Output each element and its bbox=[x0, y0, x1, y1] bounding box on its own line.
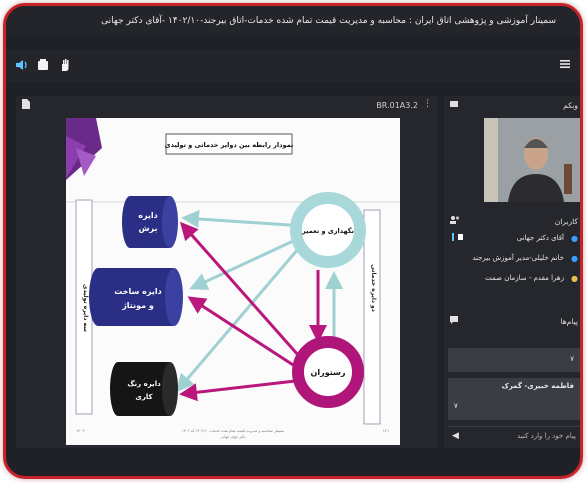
camera-icon[interactable] bbox=[36, 58, 50, 74]
hamburger-menu-icon[interactable] bbox=[558, 58, 572, 72]
slide-page-number: ۱۲۱ bbox=[383, 428, 389, 433]
chat-message: ۷ bbox=[448, 348, 580, 372]
users-icon bbox=[450, 216, 460, 226]
chat-panel: پیام‌ها ۷ فاطمه خبیری- گمرک ۷ پیام خود ر… bbox=[444, 312, 580, 448]
user-row[interactable]: ● آقای دکتر جهانی bbox=[444, 230, 580, 250]
toolbar bbox=[6, 50, 580, 82]
mic-icon bbox=[452, 233, 466, 243]
slide-footer-left: ۱۴۰۲ bbox=[76, 428, 85, 433]
chat-text: ۷ bbox=[454, 402, 458, 410]
svg-text:کاری: کاری bbox=[135, 393, 153, 401]
audio-icon[interactable] bbox=[14, 58, 28, 74]
webcam-video bbox=[484, 118, 580, 202]
svg-text:دایره: دایره bbox=[138, 211, 158, 220]
slide-footer-line1: سمینار محاسبه و مدیریت قیمت تمام شده خدم… bbox=[182, 429, 284, 434]
document-icon bbox=[22, 99, 30, 111]
user-icon: ● bbox=[571, 274, 578, 283]
hand-raise-icon[interactable] bbox=[58, 58, 72, 74]
user-row[interactable]: ● خانم خلیلی-مدیر آموزش بیرجند bbox=[444, 250, 580, 270]
slide-footer-line2: دکتر جهان جهانی bbox=[220, 435, 246, 439]
cylinder-build: دایره ساخت و مونتاژ bbox=[89, 268, 183, 326]
right-vertical-label: دو دایره خدماتی bbox=[370, 264, 377, 312]
restaurant-circle-label: رستوران bbox=[311, 368, 346, 377]
cylinder-paint: دایره رنگ کاری bbox=[110, 362, 178, 416]
user-name: زهرا مقدم - سازمان صمت bbox=[485, 274, 564, 282]
user-name: خانم خلیلی-مدیر آموزش بیرجند bbox=[472, 254, 564, 262]
slide: نمودار رابطه بین دوایر خدماتی و تولیدی س… bbox=[66, 118, 400, 445]
user-name: آقای دکتر جهانی bbox=[516, 234, 564, 242]
chat-input[interactable]: پیام خود را وارد کنید ◀ bbox=[448, 426, 580, 444]
cylinder-cut: دایره برش bbox=[122, 196, 178, 248]
slide-title: نمودار رابطه بین دوایر خدماتی و تولیدی bbox=[165, 141, 294, 149]
svg-text:دایره رنگ: دایره رنگ bbox=[127, 379, 161, 388]
window-title: سمینار آموزشی و پژوهشی اتاق ایران : محاس… bbox=[6, 6, 580, 36]
svg-text:برش: برش bbox=[138, 224, 157, 234]
chat-message: فاطمه خبیری- گمرک ۷ bbox=[448, 378, 580, 420]
send-icon[interactable]: ◀ bbox=[452, 431, 459, 441]
svg-text:دایره ساخت: دایره ساخت bbox=[114, 287, 161, 296]
chat-icon bbox=[450, 316, 458, 326]
svg-text:و مونتاژ: و مونتاژ bbox=[121, 301, 154, 310]
app-window: سمینار آموزشی و پژوهشی اتاق ایران : محاس… bbox=[3, 3, 583, 479]
file-name: BR.01A3.2 bbox=[376, 101, 418, 110]
presentation-pane: BR.01A3.2 ⋮ نمودار رابطه بین دوایر خدمات… bbox=[16, 96, 438, 448]
chat-panel-title: پیام‌ها bbox=[560, 317, 578, 326]
maintenance-circle-label: نگهداری و تعمیر bbox=[301, 227, 354, 235]
chat-sender: فاطمه خبیری- گمرک bbox=[501, 382, 574, 390]
users-panel: کاربران ● آقای دکتر جهانی ● خانم خلیلی-م… bbox=[444, 212, 580, 312]
more-options-icon[interactable]: ⋮ bbox=[423, 99, 432, 109]
user-row[interactable]: ● زهرا مقدم - سازمان صمت bbox=[444, 270, 580, 290]
user-icon: ● bbox=[571, 254, 578, 263]
webcam-panel: وبکم bbox=[444, 96, 580, 216]
users-panel-title: کاربران bbox=[554, 217, 578, 226]
presentation-header: BR.01A3.2 ⋮ bbox=[16, 96, 438, 114]
camera-icon bbox=[450, 100, 458, 110]
webcam-panel-title: وبکم bbox=[563, 101, 578, 110]
user-icon: ● bbox=[571, 234, 578, 243]
decorative-cubes-icon bbox=[66, 118, 102, 180]
left-vertical-label: سه دایره تولیدی bbox=[82, 284, 89, 332]
chat-input-placeholder: پیام خود را وارد کنید bbox=[517, 432, 576, 440]
